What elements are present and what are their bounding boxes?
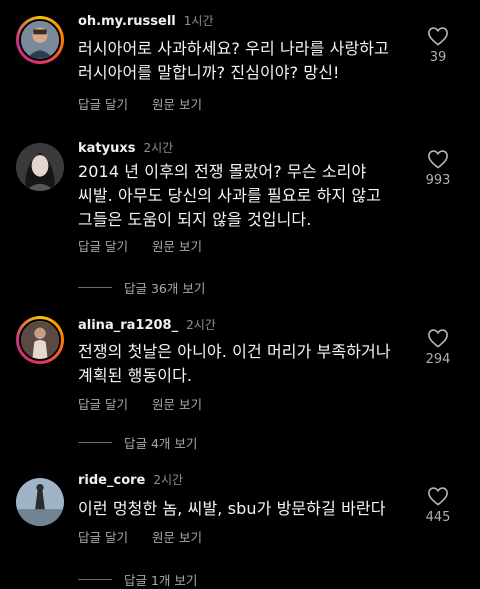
view-original-button[interactable]: 원문 보기 bbox=[152, 530, 202, 545]
comment-actions: 답글 달기 원문 보기 bbox=[78, 94, 222, 113]
reply-button[interactable]: 답글 달기 bbox=[78, 97, 128, 112]
replies-divider bbox=[78, 287, 112, 288]
view-original-button[interactable]: 원문 보기 bbox=[152, 239, 202, 254]
comment-text: 전쟁의 첫날은 아니야. 이건 머리가 부족하거나 계획된 행동이다. bbox=[78, 342, 391, 385]
comment-actions: 답글 달기 원문 보기 bbox=[78, 394, 222, 413]
comment-username[interactable]: ride_core 2시간 bbox=[78, 471, 183, 488]
avatar[interactable] bbox=[16, 143, 64, 191]
comment-timestamp: 1시간 bbox=[183, 14, 214, 28]
comment-actions: 답글 달기 원문 보기 bbox=[78, 527, 222, 546]
reply-button[interactable]: 답글 달기 bbox=[78, 397, 128, 412]
comment-timestamp: 2시간 bbox=[186, 318, 216, 332]
view-replies-button[interactable]: 답글 1개 보기 bbox=[78, 570, 197, 589]
avatar-image bbox=[21, 321, 59, 359]
comment-username[interactable]: katyuxs 2시간 bbox=[78, 139, 173, 156]
like-button[interactable]: 993 bbox=[416, 149, 460, 188]
avatar[interactable] bbox=[16, 478, 64, 526]
view-original-button[interactable]: 원문 보기 bbox=[152, 397, 202, 412]
like-count: 993 bbox=[425, 173, 451, 188]
comment-actions: 답글 달기 원문 보기 bbox=[78, 236, 222, 255]
reply-button[interactable]: 답글 달기 bbox=[78, 239, 128, 254]
comment-username[interactable]: alina_ra1208_ 2시간 bbox=[78, 316, 216, 333]
avatar-image bbox=[16, 478, 64, 526]
comment-text: 러시아어로 사과하세요? 우리 나라를 사랑하고 러시아어를 말합니까? 진심이… bbox=[78, 39, 389, 82]
like-button[interactable]: 39 bbox=[416, 26, 460, 65]
view-replies-button[interactable]: 답글 36개 보기 bbox=[78, 278, 205, 297]
avatar-image bbox=[21, 21, 59, 59]
comment-text: 이런 멍청한 놈, 씨발, sbu가 방문하길 바란다 bbox=[78, 499, 386, 518]
like-count: 294 bbox=[425, 352, 451, 367]
heart-outline-icon bbox=[428, 27, 448, 46]
avatar[interactable] bbox=[16, 316, 64, 364]
comment-timestamp: 2시간 bbox=[143, 141, 174, 155]
like-count: 39 bbox=[429, 50, 447, 65]
comment-username[interactable]: oh.my.russell 1시간 bbox=[78, 12, 213, 29]
heart-outline-icon bbox=[428, 329, 448, 348]
reply-button[interactable]: 답글 달기 bbox=[78, 530, 128, 545]
like-button[interactable]: 445 bbox=[416, 486, 460, 525]
replies-divider bbox=[78, 579, 112, 580]
like-count: 445 bbox=[425, 510, 451, 525]
replies-divider bbox=[78, 442, 112, 443]
avatar[interactable] bbox=[16, 16, 64, 64]
comment-text: 2014 년 이후의 전쟁 몰랐어? 무슨 소리야 씨발. 아무도 당신의 사과… bbox=[78, 162, 382, 229]
view-original-button[interactable]: 원문 보기 bbox=[152, 97, 202, 112]
like-button[interactable]: 294 bbox=[416, 328, 460, 367]
heart-outline-icon bbox=[428, 487, 448, 506]
avatar-image bbox=[16, 143, 64, 191]
view-replies-button[interactable]: 답글 4개 보기 bbox=[78, 433, 197, 452]
comment-timestamp: 2시간 bbox=[153, 473, 184, 487]
heart-outline-icon bbox=[428, 150, 448, 169]
